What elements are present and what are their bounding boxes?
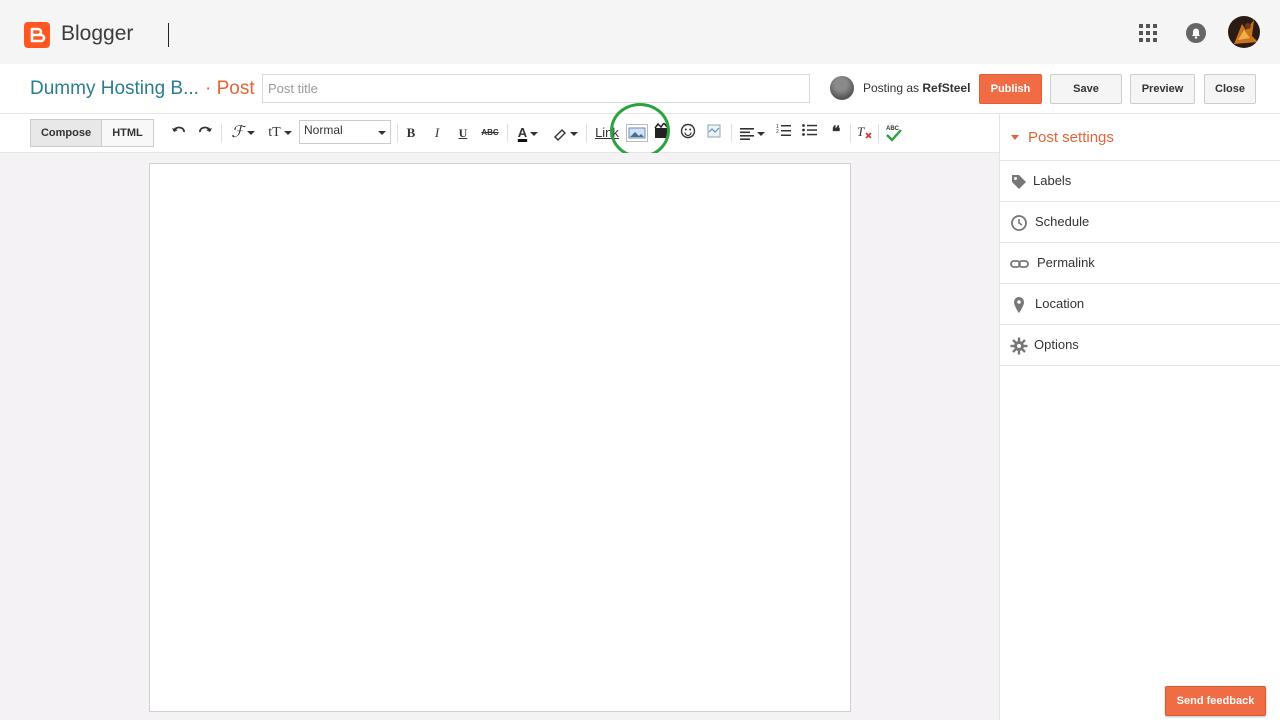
toolbar-divider: [586, 124, 587, 142]
settings-item-label: Permalink: [1037, 255, 1095, 270]
redo-icon[interactable]: [196, 123, 214, 143]
post-settings-header[interactable]: Post settings: [1000, 114, 1280, 161]
insert-jump-break-icon[interactable]: [705, 123, 723, 143]
toolbar-divider: [221, 124, 222, 142]
clock-icon: [1010, 214, 1028, 232]
blockquote-icon[interactable]: ❝: [827, 123, 845, 143]
publish-button[interactable]: Publish: [979, 74, 1042, 104]
gear-icon: [1010, 337, 1028, 355]
checkmark-icon: [886, 129, 902, 142]
svg-text:2: 2: [776, 129, 779, 135]
settings-item-permalink[interactable]: Permalink: [1000, 243, 1280, 284]
posting-as-text: Posting as RefSteel: [863, 81, 970, 95]
location-pin-icon: [1010, 296, 1028, 314]
posting-as-prefix: Posting as: [863, 81, 920, 95]
html-mode-button[interactable]: HTML: [101, 119, 154, 147]
align-left-icon: [739, 127, 754, 140]
italic-button[interactable]: I: [429, 123, 445, 143]
bold-button[interactable]: B: [403, 123, 419, 143]
post-header: Dummy Hosting B... · Post Posting as Ref…: [0, 64, 1280, 114]
font-family-dropdown[interactable]: ℱ: [228, 123, 258, 143]
highlight-color-dropdown[interactable]: [550, 123, 580, 143]
font-size-icon: tT: [268, 125, 281, 140]
post-breadcrumb: · Post: [205, 78, 255, 99]
settings-item-label: Schedule: [1035, 214, 1090, 229]
insert-link-button[interactable]: Link: [594, 123, 620, 143]
post-body-editor[interactable]: [149, 163, 851, 712]
bulleted-list-icon[interactable]: [801, 123, 819, 143]
font-family-icon: ℱ: [231, 124, 244, 141]
compose-mode-button[interactable]: Compose: [30, 119, 102, 147]
settings-item-schedule[interactable]: Schedule: [1000, 202, 1280, 243]
highlighter-icon: [553, 128, 566, 141]
insert-video-icon[interactable]: [653, 121, 669, 143]
account-avatar[interactable]: [1228, 16, 1260, 48]
strikethrough-button[interactable]: ABC: [480, 123, 500, 143]
caret-down-icon: [1011, 135, 1019, 140]
settings-item-label: Location: [1035, 296, 1085, 311]
posting-as-user: RefSteel: [922, 81, 971, 95]
spellcheck-button[interactable]: ABC: [884, 123, 904, 143]
notifications-bell-icon[interactable]: [1185, 22, 1207, 44]
text-color-dropdown[interactable]: A: [513, 123, 543, 143]
save-button[interactable]: Save: [1050, 74, 1122, 104]
link-icon: [1010, 255, 1029, 273]
undo-icon[interactable]: [170, 123, 188, 143]
toolbar-divider: [507, 124, 508, 142]
settings-item-label: Options: [1034, 337, 1079, 352]
numbered-list-icon[interactable]: 12: [775, 123, 793, 143]
editor-area: [0, 153, 999, 720]
top-app-bar: Blogger: [0, 0, 1280, 64]
font-size-dropdown[interactable]: tT: [265, 123, 295, 143]
remove-formatting-icon[interactable]: T: [855, 123, 873, 143]
header-divider: [168, 23, 169, 47]
tag-icon: [1010, 173, 1028, 191]
blogger-logo-icon[interactable]: [24, 22, 50, 48]
toolbar-divider: [850, 124, 851, 142]
poster-avatar: [830, 76, 854, 100]
format-value: Normal: [304, 123, 343, 137]
apps-grid-icon[interactable]: [1139, 24, 1157, 42]
alignment-dropdown[interactable]: [737, 123, 767, 143]
insert-emoji-icon[interactable]: [679, 123, 697, 143]
post-settings-panel: Post settings Labels Schedule Permalink …: [999, 114, 1280, 720]
close-button[interactable]: Close: [1204, 74, 1256, 104]
toolbar-divider: [731, 124, 732, 142]
post-settings-title: Post settings: [1028, 129, 1114, 146]
toolbar-divider: [878, 124, 879, 142]
insert-image-icon[interactable]: [626, 124, 648, 142]
chevron-down-icon: [378, 131, 386, 135]
send-feedback-button[interactable]: Send feedback: [1165, 686, 1266, 716]
underline-button[interactable]: U: [455, 123, 471, 143]
editor-toolbar: Compose HTML ℱ tT Normal B I U ABC A Lin…: [0, 114, 999, 153]
toolbar-divider: [397, 124, 398, 142]
settings-item-options[interactable]: Options: [1000, 325, 1280, 366]
svg-text:T: T: [857, 124, 865, 139]
settings-item-location[interactable]: Location: [1000, 284, 1280, 325]
app-name[interactable]: Blogger: [61, 22, 133, 46]
blog-title-link[interactable]: Dummy Hosting B...: [30, 78, 199, 100]
paragraph-format-select[interactable]: Normal: [299, 120, 391, 144]
post-title-input[interactable]: [262, 74, 810, 103]
settings-item-labels[interactable]: Labels: [1000, 161, 1280, 202]
settings-item-label: Labels: [1033, 173, 1072, 188]
text-color-icon: A: [517, 125, 528, 140]
preview-button[interactable]: Preview: [1130, 74, 1195, 104]
